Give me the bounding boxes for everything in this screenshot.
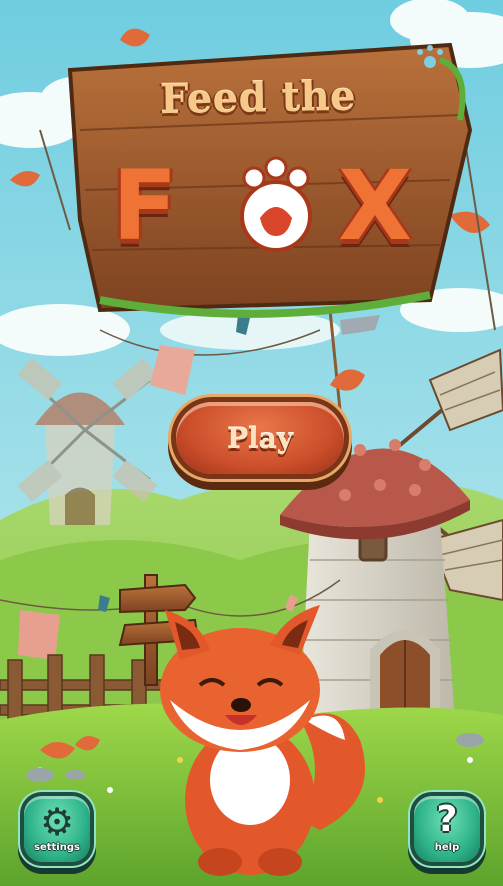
help-label: help [434,842,460,853]
title-letter-f: F [112,150,178,262]
game-menu-screen: Feed the F X Play ⚙ settings ? help [0,0,503,886]
title-letter-x: X [338,150,413,262]
play-button[interactable]: Play [176,402,344,474]
game-title-fox-word: F X [112,150,432,262]
gear-icon: ⚙ [39,800,75,844]
play-label: Play [226,421,294,455]
settings-label: settings [34,842,80,853]
question-icon: ? [436,799,458,840]
game-title: Feed the [159,72,357,124]
paw-icon [240,156,312,252]
